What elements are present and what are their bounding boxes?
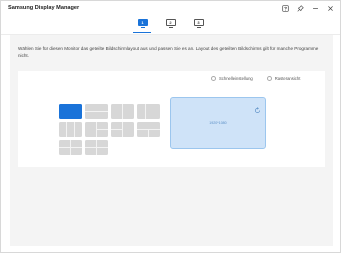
help-icon[interactable] [281, 4, 290, 13]
layout-three-columns[interactable] [59, 122, 82, 137]
layout-split-vertical-wide[interactable] [137, 104, 160, 119]
window-controls [281, 4, 335, 13]
layout-quad[interactable] [59, 140, 82, 155]
tab-monitor-3[interactable]: 3 [193, 19, 204, 29]
resolution-label: 1920*1080 [209, 121, 227, 125]
layout-two-plus-right[interactable] [111, 122, 134, 137]
layout-top-plus-two[interactable] [137, 122, 160, 137]
description-text: Wählen Sie für diesen Monitor das geteil… [18, 46, 319, 58]
rotate-icon[interactable] [254, 101, 261, 113]
monitor-icon: 2 [165, 19, 176, 26]
title-bar: Samsung Display Manager [1, 1, 340, 18]
tab-monitor-1[interactable]: 1 [137, 19, 148, 29]
monitor-icon: 3 [193, 19, 204, 26]
active-tab-indicator [133, 32, 151, 33]
layout-split-horizontal[interactable] [85, 104, 108, 119]
tab-monitor-2[interactable]: 2 [165, 19, 176, 29]
pin-icon[interactable] [296, 4, 305, 13]
minimize-icon[interactable] [311, 4, 320, 13]
monitor-icon: 1 [137, 19, 148, 26]
layout-split-vertical[interactable] [111, 104, 134, 119]
layout-full[interactable] [59, 104, 82, 119]
monitor-tabs: 1 2 3 [1, 19, 340, 29]
app-title: Samsung Display Manager [8, 5, 80, 11]
layout-left-plus-two[interactable] [85, 122, 108, 137]
close-icon[interactable] [326, 4, 335, 13]
grid-view-radio[interactable]: Rasteransicht [266, 76, 300, 81]
layout-quad-alt[interactable] [85, 140, 108, 155]
radio-icon [266, 76, 272, 81]
radio-icon [211, 76, 216, 81]
view-options: Schnelleinstellung Rasteransicht [211, 76, 300, 81]
quick-setting-radio[interactable]: Schnelleinstellung [211, 76, 253, 81]
app-window: Samsung Display Manager 1 2 3 Wählen Sie… [0, 0, 341, 253]
monitor-preview: 1920*1080 [170, 97, 266, 149]
